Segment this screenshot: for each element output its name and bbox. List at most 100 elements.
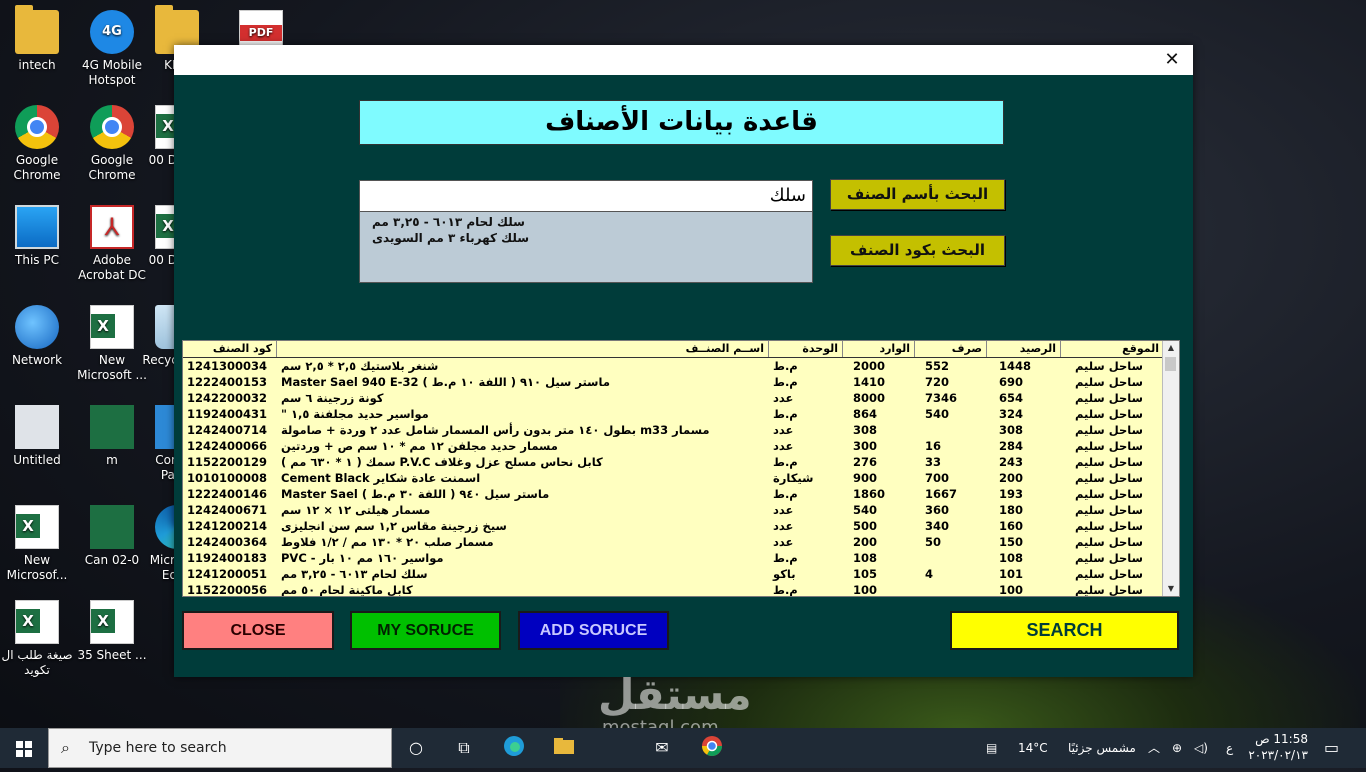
cell-name: مسمار صلب ٢٠ * ١٣٠ مم / ١/٢ فلاوط	[281, 535, 494, 549]
cell-out: 540	[925, 407, 950, 421]
search-button[interactable]: SEARCH	[950, 611, 1179, 650]
desktop-icon[interactable]: Google Chrome	[75, 105, 149, 183]
cell-location: ساحل سليم	[1075, 407, 1143, 421]
cell-location: ساحل سليم	[1075, 551, 1143, 565]
desktop-icon[interactable]: ⅄ Adobe Acrobat DC	[75, 205, 149, 283]
table-row[interactable]: 1241200214 سيخ زرجينة مقاس ١,٢ سم سن انجل…	[183, 518, 1163, 534]
table-row[interactable]: 1242400714 مسمار m33 بطول ١٤٠ متر بدون رأ…	[183, 422, 1163, 438]
taskbar-search-input[interactable]: ⌕ Type here to search	[48, 728, 392, 768]
items-table[interactable]: كود الصنف اســم الصنــف الوحدة الوارد صر…	[182, 340, 1180, 597]
cell-in: 105	[853, 567, 878, 581]
cortana-icon[interactable]: ○	[402, 734, 430, 762]
my-source-button[interactable]: MY SORUCE	[350, 611, 501, 650]
table-row[interactable]: 1222400153 ماستر سيل ٩١٠ ( اللفة ١٠ م.ط )…	[183, 374, 1163, 390]
suggestion-item[interactable]: سلك كهرباء ٣ مم السويدى	[360, 230, 812, 246]
desktop-icon-label: This PC	[15, 253, 59, 267]
desktop-icon[interactable]: Network	[0, 305, 74, 368]
table-scrollbar[interactable]: ▲ ▼	[1162, 341, 1179, 596]
desktop-icon[interactable]: m	[75, 405, 149, 468]
clock[interactable]: 11:58 ص ٢٠٢٣/٠٢/١٣	[1218, 731, 1308, 763]
cell-unit: عدد	[773, 439, 794, 453]
table-row[interactable]: 1152200129 كابل نحاس مسلح عزل وغلاف P.V.C…	[183, 454, 1163, 470]
item-search-input[interactable]: سلك	[359, 180, 813, 212]
cell-name: مواسير حديد مجلفنة ١,٥ "	[281, 407, 429, 421]
cell-out: 552	[925, 359, 950, 373]
mail-icon[interactable]: ✉	[648, 734, 676, 762]
cell-location: ساحل سليم	[1075, 359, 1143, 373]
weather-temp[interactable]: 14°C	[1018, 728, 1048, 768]
cell-balance: 150	[999, 535, 1024, 549]
search-icon: ⌕	[61, 738, 70, 757]
chrome-taskbar-icon[interactable]	[698, 734, 726, 762]
volume-icon[interactable]: ◁)	[1194, 728, 1208, 768]
cell-balance: 193	[999, 487, 1024, 501]
desktop-icon-label: Can 02-0	[84, 553, 140, 567]
cell-unit: عدد	[773, 535, 794, 549]
cell-code: 1241300034	[187, 359, 268, 373]
language-icon[interactable]: ⊕	[1172, 728, 1182, 768]
task-view-icon[interactable]: ⧉	[450, 734, 478, 762]
suggestion-list[interactable]: سلك لحام ٦٠١٣ - ٣,٢٥ مم سلك كهرباء ٣ مم …	[359, 212, 813, 283]
cell-unit: عدد	[773, 423, 794, 437]
cell-in: 2000	[853, 359, 886, 373]
cell-out	[915, 422, 987, 438]
close-button[interactable]: CLOSE	[182, 611, 334, 650]
table-row[interactable]: 1192400183 مواسير ١٦٠ مم ١٠ بار - PVC م.ط 1…	[183, 550, 1163, 566]
cell-unit: م.ط	[773, 487, 798, 501]
file-explorer-icon[interactable]	[550, 734, 578, 762]
table-row[interactable]: 1241300034 شنغر بلاستيك ٢,٥ * ٢,٥ سم م.ط 20…	[183, 358, 1163, 374]
desktop-icon[interactable]: صيغة طلب ال تكويد	[0, 600, 74, 678]
cell-unit: م.ط	[773, 359, 798, 373]
desktop-icon[interactable]: Google Chrome	[0, 105, 74, 183]
cell-balance: 324	[999, 407, 1024, 421]
notification-icon[interactable]: ▭	[1324, 728, 1339, 768]
cell-location: ساحل سليم	[1075, 391, 1143, 405]
desktop-icon-label: Untitled	[13, 453, 61, 467]
table-row[interactable]: 1222400146 ماستر سيل ٩٤٠ ( اللفة ٣٠ م.ط )…	[183, 486, 1163, 502]
scroll-down-icon[interactable]: ▼	[1163, 582, 1179, 596]
desktop-icon-label: m	[106, 453, 118, 467]
table-row[interactable]: 1241200051 سلك لحام ٦٠١٣ - ٣,٢٥ مم باكو 105…	[183, 566, 1163, 582]
table-row[interactable]: 1010100008 اسمنت عادة شكاير Cement Black ش…	[183, 470, 1163, 486]
desktop-icon[interactable]: 35 Sheet ...	[75, 600, 149, 663]
weather-text[interactable]: مشمس جزئيًا	[1068, 728, 1136, 768]
this-pc-icon	[15, 205, 59, 249]
cell-balance: 200	[999, 471, 1024, 485]
cell-in: 276	[853, 455, 878, 469]
scroll-up-icon[interactable]: ▲	[1163, 341, 1179, 355]
excel-icon	[90, 600, 134, 644]
cell-out: 7346	[925, 391, 958, 405]
cell-code: 1242400671	[187, 503, 268, 517]
desktop-icon[interactable]: intech	[0, 5, 74, 73]
close-icon[interactable]: ✕	[1161, 49, 1183, 71]
cell-name: كونة زرجينة ٦ سم	[281, 391, 384, 405]
scroll-thumb[interactable]	[1165, 357, 1176, 371]
desktop-icon[interactable]: This PC	[0, 205, 74, 268]
desktop-icon-label: New Microsof...	[6, 553, 68, 582]
suggestion-item[interactable]: سلك لحام ٦٠١٣ - ٣,٢٥ مم	[360, 214, 812, 230]
weather-icon[interactable]: ▤	[986, 728, 997, 768]
desktop-icon[interactable]: 4G 4G Mobile Hotspot	[75, 10, 149, 88]
cell-in: 108	[853, 551, 878, 565]
search-by-code-button[interactable]: البحث بكود الصنف	[830, 235, 1005, 266]
desktop-icon-label: 35 Sheet ...	[77, 648, 147, 662]
add-source-button[interactable]: ADD SORUCE	[518, 611, 669, 650]
edge-taskbar-icon[interactable]	[500, 734, 528, 762]
dialog-titlebar: ✕	[174, 45, 1193, 75]
header-code: كود الصنف	[183, 341, 277, 357]
desktop-icon[interactable]: Untitled	[0, 405, 74, 468]
chevron-up-icon[interactable]: ︿	[1148, 728, 1160, 768]
desktop-icon[interactable]: Can 02-0	[75, 505, 149, 568]
desktop-icon[interactable]: New Microsof...	[0, 505, 74, 583]
start-button[interactable]	[0, 728, 48, 768]
cell-location: ساحل سليم	[1075, 471, 1143, 485]
table-row[interactable]: 1192400431 مواسير حديد مجلفنة ١,٥ " م.ط 864…	[183, 406, 1163, 422]
cell-out: 1667	[925, 487, 958, 501]
table-row[interactable]: 1242400671 مسمار هيلتى ١٢ × ١٢ سم عدد 540 36…	[183, 502, 1163, 518]
table-row[interactable]: 1242400364 مسمار صلب ٢٠ * ١٣٠ مم / ١/٢ فل…	[183, 534, 1163, 550]
table-row[interactable]: 1152200056 كابل ماكينة لحام ٥٠ مم م.ط 100 10…	[183, 582, 1163, 596]
table-row[interactable]: 1242200032 كونة زرجينة ٦ سم عدد 8000 7346 654…	[183, 390, 1163, 406]
table-row[interactable]: 1242400066 مسمار حديد مجلفن ١٢ مم * ١٠ سم…	[183, 438, 1163, 454]
desktop-icon[interactable]: New Microsoft ...	[75, 305, 149, 383]
search-by-name-button[interactable]: البحث بأسم الصنف	[830, 179, 1005, 210]
